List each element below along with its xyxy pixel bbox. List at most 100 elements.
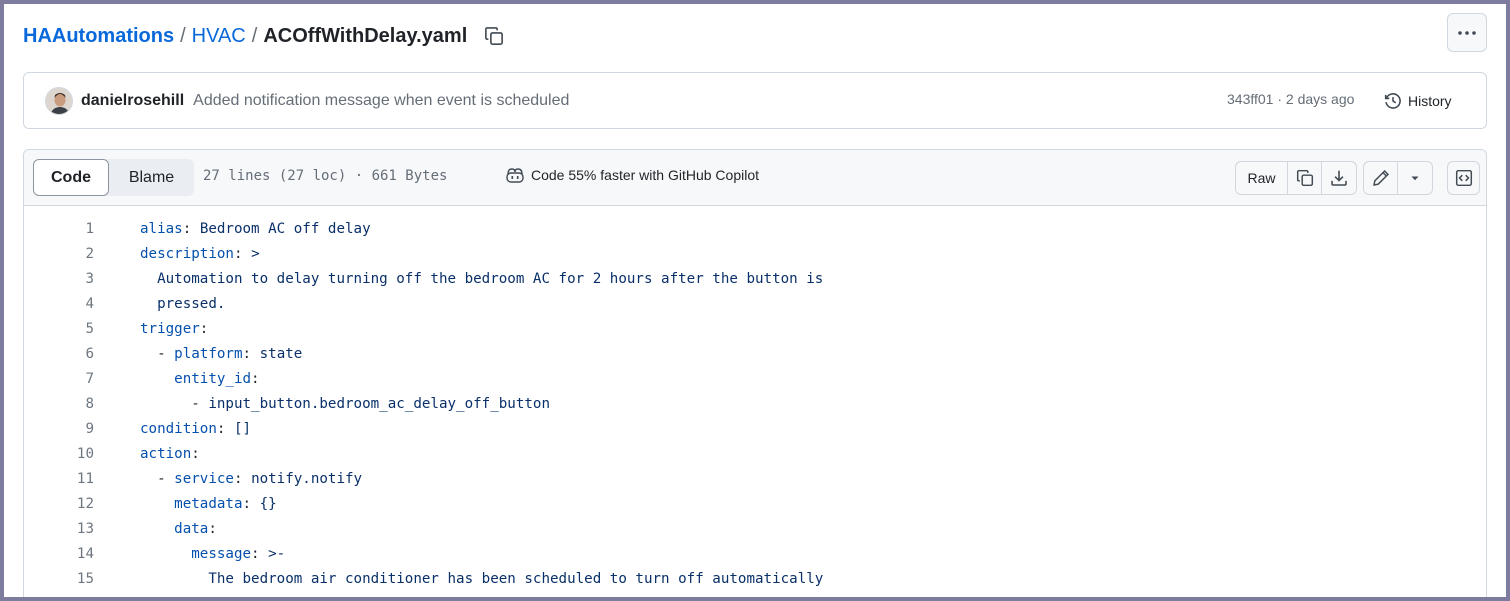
line-source: entity_id: bbox=[140, 370, 260, 387]
line-source: Automation to delay turning off the bedr… bbox=[140, 271, 823, 287]
line-source: - platform: state bbox=[140, 346, 302, 362]
yaml-separator: : bbox=[199, 320, 209, 337]
code-line: 13 data: bbox=[24, 516, 1486, 541]
commit-meta[interactable]: 343ff01 · 2 days ago bbox=[1227, 91, 1354, 107]
line-number[interactable]: 13 bbox=[24, 521, 94, 537]
line-number[interactable]: 7 bbox=[24, 371, 94, 387]
copy-path-button[interactable] bbox=[481, 23, 507, 49]
line-number[interactable]: 5 bbox=[24, 321, 94, 337]
yaml-separator: : bbox=[251, 370, 260, 387]
yaml-key: service bbox=[174, 470, 234, 487]
edit-dropdown-button[interactable] bbox=[1398, 162, 1432, 194]
yaml-value: Bedroom AC off delay bbox=[199, 220, 371, 237]
history-label: History bbox=[1408, 93, 1452, 109]
code-line: 12 metadata: {} bbox=[24, 491, 1486, 516]
line-source: pressed. bbox=[140, 296, 225, 312]
download-raw-button[interactable] bbox=[1322, 162, 1356, 194]
line-number[interactable]: 14 bbox=[24, 546, 94, 562]
avatar[interactable] bbox=[45, 86, 73, 115]
app-frame: HAAutomations / HVAC / ACOffWithDelay.ya… bbox=[4, 4, 1506, 597]
breadcrumb-file-name: ACOffWithDelay.yaml bbox=[263, 24, 468, 47]
breadcrumb-dir-link[interactable]: HVAC bbox=[192, 25, 246, 48]
code-line: 11 - service: notify.notify bbox=[24, 466, 1486, 491]
code-line: 14 message: >- bbox=[24, 541, 1486, 566]
yaml-key: condition bbox=[140, 420, 217, 437]
blame-view-button[interactable]: Blame bbox=[109, 159, 194, 196]
line-number[interactable]: 6 bbox=[24, 346, 94, 362]
yaml-key: metadata bbox=[174, 495, 243, 512]
yaml-key: entity_id bbox=[174, 370, 252, 387]
yaml-key: message bbox=[191, 545, 252, 562]
line-number[interactable]: 15 bbox=[24, 571, 94, 587]
line-number[interactable]: 12 bbox=[24, 496, 94, 512]
commit-author[interactable]: danielrosehill bbox=[81, 92, 184, 110]
line-source: action: bbox=[140, 446, 200, 462]
yaml-key: platform bbox=[174, 345, 243, 362]
code-line: 6 - platform: state bbox=[24, 341, 1486, 366]
line-source: trigger: bbox=[140, 321, 208, 337]
yaml-separator: : bbox=[242, 495, 260, 512]
yaml-value: input_button.bedroom_ac_delay_off_button bbox=[208, 395, 551, 412]
code-square-icon bbox=[1455, 169, 1472, 187]
edit-group bbox=[1363, 161, 1433, 195]
copilot-promo-link[interactable]: Code 55% faster with GitHub Copilot bbox=[505, 166, 759, 184]
commit-message[interactable]: Added notification message when event is… bbox=[193, 92, 569, 110]
kebab-horizontal-icon bbox=[1458, 30, 1476, 35]
line-source: metadata: {} bbox=[140, 496, 277, 512]
more-options-button[interactable] bbox=[1447, 13, 1487, 52]
file-viewer: Code Blame 27 lines (27 loc) · 661 Bytes… bbox=[23, 149, 1487, 597]
copy-raw-button[interactable] bbox=[1288, 162, 1322, 194]
yaml-separator: : bbox=[233, 245, 252, 262]
history-button[interactable]: History bbox=[1376, 86, 1460, 116]
code-line: 10 action: bbox=[24, 441, 1486, 466]
yaml-value: Automation to delay turning off the bedr… bbox=[157, 270, 824, 287]
yaml-key: action bbox=[140, 445, 192, 462]
yaml-value: pressed. bbox=[157, 295, 226, 312]
code-line: 8 - input_button.bedroom_ac_delay_off_bu… bbox=[24, 391, 1486, 416]
line-number[interactable]: 2 bbox=[24, 246, 94, 262]
line-number[interactable]: 1 bbox=[24, 221, 94, 237]
line-source: alias: Bedroom AC off delay bbox=[140, 221, 371, 237]
code-line: 15 The bedroom air conditioner has been … bbox=[24, 566, 1486, 591]
file-toolbar: Code Blame 27 lines (27 loc) · 661 Bytes… bbox=[24, 150, 1486, 206]
copy-icon bbox=[1296, 169, 1313, 187]
yaml-separator: : bbox=[233, 470, 252, 487]
triangle-down-icon bbox=[1411, 176, 1419, 181]
line-number[interactable]: 4 bbox=[24, 296, 94, 312]
yaml-key: alias bbox=[140, 220, 183, 237]
line-number[interactable]: 3 bbox=[24, 271, 94, 287]
history-icon bbox=[1384, 93, 1401, 109]
yaml-key: description bbox=[140, 245, 234, 262]
yaml-value: >- bbox=[268, 545, 286, 562]
line-indent: - bbox=[140, 395, 209, 412]
line-number[interactable]: 11 bbox=[24, 471, 94, 487]
raw-copy-download-group: Raw bbox=[1235, 161, 1357, 195]
line-number[interactable]: 9 bbox=[24, 421, 94, 437]
raw-button[interactable]: Raw bbox=[1236, 162, 1288, 194]
line-number[interactable]: 8 bbox=[24, 396, 94, 412]
download-icon bbox=[1331, 170, 1347, 186]
line-number[interactable]: 10 bbox=[24, 446, 94, 462]
pencil-icon bbox=[1372, 169, 1389, 186]
code-line: 1 alias: Bedroom AC off delay bbox=[24, 216, 1486, 241]
code-line: 3 Automation to delay turning off the be… bbox=[24, 266, 1486, 291]
yaml-key: data bbox=[174, 520, 209, 537]
yaml-key: trigger bbox=[140, 320, 200, 337]
line-source: condition: [] bbox=[140, 421, 251, 437]
edit-file-button[interactable] bbox=[1364, 162, 1398, 194]
view-mode-toggle: Code Blame bbox=[33, 159, 194, 196]
yaml-value: [] bbox=[233, 420, 252, 437]
line-source: message: >- bbox=[140, 546, 285, 562]
breadcrumb-separator: / bbox=[251, 24, 258, 47]
code-view-button[interactable]: Code bbox=[33, 159, 109, 196]
breadcrumb: HAAutomations / HVAC / ACOffWithDelay.ya… bbox=[23, 21, 507, 51]
line-source: - service: notify.notify bbox=[140, 471, 362, 487]
yaml-value: > bbox=[251, 245, 260, 262]
symbols-panel-button[interactable] bbox=[1448, 162, 1479, 194]
breadcrumb-repo-link[interactable]: HAAutomations bbox=[23, 25, 174, 48]
